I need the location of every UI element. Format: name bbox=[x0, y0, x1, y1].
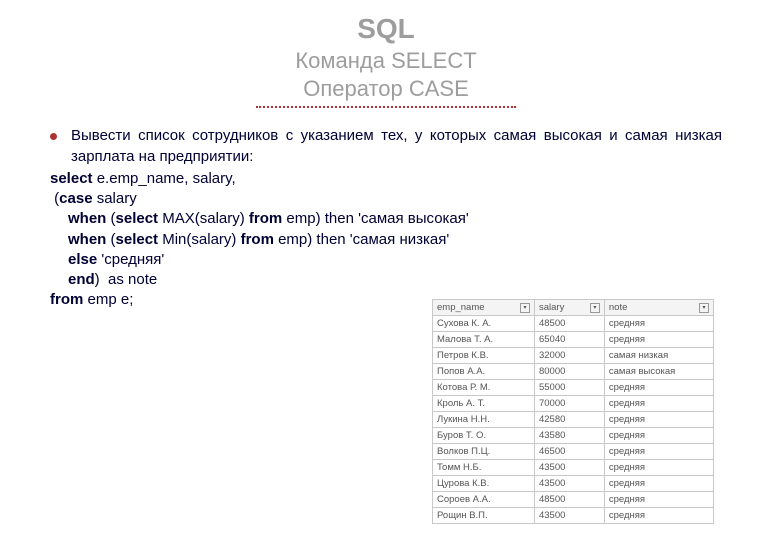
code-text: e.emp_name, salary, bbox=[93, 170, 236, 187]
table-cell: Петров К.В. bbox=[433, 348, 535, 364]
table-cell: самая высокая bbox=[604, 364, 713, 380]
table-row: Котова Р. М.55000средняя bbox=[433, 380, 714, 396]
code-text: ( bbox=[106, 231, 115, 248]
code-text: ) as note bbox=[95, 271, 158, 288]
code-text: 'средняя' bbox=[97, 251, 164, 268]
table-cell: 43500 bbox=[534, 476, 604, 492]
code-text: emp e; bbox=[83, 291, 133, 308]
kw-when: when bbox=[68, 210, 106, 227]
table-cell: 70000 bbox=[534, 396, 604, 412]
table-cell: Буров Т. О. bbox=[433, 428, 535, 444]
bullet-icon bbox=[50, 133, 57, 140]
col-label: salary bbox=[539, 302, 564, 313]
table-header-row: emp_name ▾ salary ▾ note ▾ bbox=[433, 300, 714, 316]
kw-else: else bbox=[68, 251, 97, 268]
code-text: Min(salary) bbox=[158, 231, 241, 248]
table-cell: Сороев А.А. bbox=[433, 492, 535, 508]
table-cell: Котова Р. М. bbox=[433, 380, 535, 396]
bullet-text: Вывести список сотрудников с указанием т… bbox=[71, 126, 722, 167]
table-row: Волков П.Ц.46500средняя bbox=[433, 444, 714, 460]
table-cell: 46500 bbox=[534, 444, 604, 460]
table-cell: средняя bbox=[604, 412, 713, 428]
table-cell: 43580 bbox=[534, 428, 604, 444]
subtitle-case: Оператор CASE bbox=[50, 76, 722, 102]
dropdown-icon: ▾ bbox=[520, 303, 530, 313]
table-cell: Рощин В.П. bbox=[433, 508, 535, 524]
kw-select: select bbox=[116, 231, 159, 248]
kw-when: when bbox=[68, 231, 106, 248]
title-underline bbox=[256, 106, 516, 108]
table-cell: Сухова К. А. bbox=[433, 316, 535, 332]
col-emp-name: emp_name ▾ bbox=[433, 300, 535, 316]
table-cell: самая низкая bbox=[604, 348, 713, 364]
code-block: select e.emp_name, salary, (case salary … bbox=[50, 169, 722, 311]
table-cell: Волков П.Ц. bbox=[433, 444, 535, 460]
table-row: Кроль А. Т.70000средняя bbox=[433, 396, 714, 412]
table-cell: средняя bbox=[604, 444, 713, 460]
table-row: Сухова К. А.48500средняя bbox=[433, 316, 714, 332]
table-cell: 48500 bbox=[534, 316, 604, 332]
table-cell: 43500 bbox=[534, 508, 604, 524]
col-salary: salary ▾ bbox=[534, 300, 604, 316]
col-label: emp_name bbox=[437, 302, 485, 313]
col-note: note ▾ bbox=[604, 300, 713, 316]
table-cell: средняя bbox=[604, 460, 713, 476]
code-text: ( bbox=[106, 210, 115, 227]
kw-from: from bbox=[249, 210, 282, 227]
table-cell: 65040 bbox=[534, 332, 604, 348]
table-cell: 43500 bbox=[534, 460, 604, 476]
col-label: note bbox=[609, 302, 628, 313]
table-cell: средняя bbox=[604, 332, 713, 348]
dropdown-icon: ▾ bbox=[699, 303, 709, 313]
kw-select: select bbox=[50, 170, 93, 187]
kw-select: select bbox=[116, 210, 159, 227]
dropdown-icon: ▾ bbox=[590, 303, 600, 313]
table-cell: 32000 bbox=[534, 348, 604, 364]
table-cell: Лукина Н.Н. bbox=[433, 412, 535, 428]
code-text: MAX(salary) bbox=[158, 210, 249, 227]
table-cell: средняя bbox=[604, 380, 713, 396]
kw-case: case bbox=[59, 190, 92, 207]
table-row: Петров К.В.32000самая низкая bbox=[433, 348, 714, 364]
table-row: Лукина Н.Н.42580средняя bbox=[433, 412, 714, 428]
table-cell: 42580 bbox=[534, 412, 604, 428]
table-cell: средняя bbox=[604, 428, 713, 444]
table-cell: Цурова К.В. bbox=[433, 476, 535, 492]
table-cell: 80000 bbox=[534, 364, 604, 380]
table-cell: 48500 bbox=[534, 492, 604, 508]
table-row: Рощин В.П.43500средняя bbox=[433, 508, 714, 524]
table-row: Сороев А.А.48500средняя bbox=[433, 492, 714, 508]
table-cell: Малова Т. А. bbox=[433, 332, 535, 348]
result-table: emp_name▾ salary▾ note▾ Сухова К. А.4850… bbox=[432, 299, 714, 524]
code-text: ( bbox=[50, 190, 59, 207]
table-cell: средняя bbox=[604, 508, 713, 524]
table-cell: средняя bbox=[604, 492, 713, 508]
subtitle-select: Команда SELECT bbox=[50, 48, 722, 74]
kw-from: from bbox=[241, 231, 274, 248]
kw-end: end bbox=[68, 271, 95, 288]
table-cell: средняя bbox=[604, 396, 713, 412]
table-row: Цурова К.В.43500средняя bbox=[433, 476, 714, 492]
code-text: emp) then 'самая высокая' bbox=[282, 210, 469, 227]
table-row: Малова Т. А.65040средняя bbox=[433, 332, 714, 348]
table-cell: Кроль А. Т. bbox=[433, 396, 535, 412]
table-row: Томм Н.Б.43500средняя bbox=[433, 460, 714, 476]
table-cell: средняя bbox=[604, 316, 713, 332]
table-row: Попов А.А.80000самая высокая bbox=[433, 364, 714, 380]
page-title: SQL bbox=[50, 12, 722, 46]
table-cell: Попов А.А. bbox=[433, 364, 535, 380]
code-text: emp) then 'самая низкая' bbox=[274, 231, 449, 248]
code-text: salary bbox=[93, 190, 137, 207]
table-cell: 55000 bbox=[534, 380, 604, 396]
table-cell: средняя bbox=[604, 476, 713, 492]
kw-from: from bbox=[50, 291, 83, 308]
table-cell: Томм Н.Б. bbox=[433, 460, 535, 476]
table-row: Буров Т. О.43580средняя bbox=[433, 428, 714, 444]
